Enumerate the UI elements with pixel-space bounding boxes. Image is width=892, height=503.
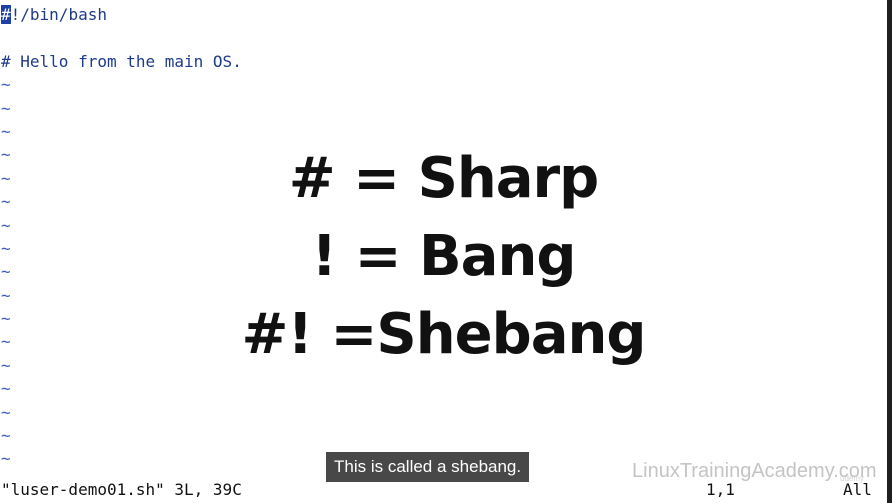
window-edge — [887, 0, 892, 503]
editor-line-3: # Hello from the main OS. — [1, 51, 242, 71]
empty-line-marker: ~ — [1, 379, 11, 399]
overlay-sharp-line: # = Sharp — [288, 146, 600, 211]
empty-line-marker: ~ — [1, 402, 11, 422]
overlay-bang-line: ! = Bang — [311, 224, 577, 289]
video-caption: This is called a shebang. — [326, 452, 530, 482]
terminal-screen: #!/bin/bash # Hello from the main OS. ~ … — [0, 0, 887, 503]
shebang-explanation-overlay: # = Sharp ! = Bang #! =Shebang — [0, 140, 887, 374]
file-info: "luser-demo01.sh" 3L, 39C — [1, 480, 242, 499]
udemy-watermark: udemy — [840, 474, 865, 483]
empty-line-marker: ~ — [1, 426, 11, 446]
editor-line-1: #!/bin/bash — [1, 3, 881, 26]
text-cursor: # — [1, 5, 11, 24]
shebang-text: !/bin/bash — [10, 5, 107, 24]
overlay-shebang-line: #! =Shebang — [241, 302, 647, 367]
editor-line-2 — [1, 26, 881, 49]
empty-line-marker: ~ — [1, 75, 11, 95]
empty-line-marker: ~ — [1, 98, 11, 118]
